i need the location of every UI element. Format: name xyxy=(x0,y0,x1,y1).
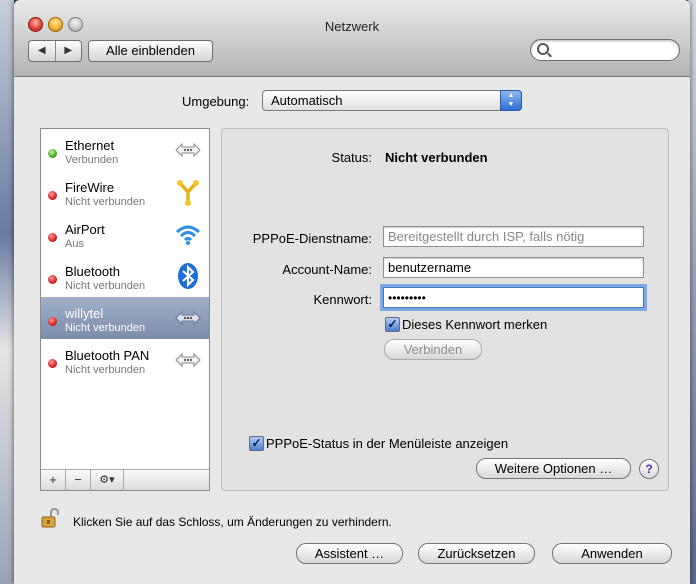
service-status: Verbunden xyxy=(65,154,119,166)
service-item-bluetooth-pan[interactable]: Bluetooth PAN Nicht verbunden xyxy=(41,339,209,381)
pppoe-service-name-label: PPPoE-Dienstname: xyxy=(252,231,372,246)
status-dot-red xyxy=(48,191,57,200)
connect-button[interactable]: Verbinden xyxy=(384,339,482,360)
show-pppoe-status-label: PPPoE-Status in der Menüleiste anzeigen xyxy=(266,436,509,451)
window-title: Netzwerk xyxy=(324,19,380,34)
lock-hint-text: Klicken Sie auf das Schloss, um Änderung… xyxy=(73,515,392,529)
service-status: Nicht verbunden xyxy=(65,322,146,334)
service-name: FireWire xyxy=(65,180,115,195)
service-status: Aus xyxy=(65,238,84,250)
service-item-willytel[interactable]: willytel Nicht verbunden xyxy=(41,297,209,339)
service-name: Bluetooth xyxy=(65,264,120,279)
pppoe-service-name-placeholder: Bereitgestellt durch ISP, falls nötig xyxy=(388,229,585,244)
service-item-airport[interactable]: AirPort Aus xyxy=(41,213,209,255)
network-preferences-window: Netzwerk ◀ ▶ Alle einblenden Umgebung: A… xyxy=(14,0,690,584)
select-arrows-icon: ▲ ▼ xyxy=(500,90,522,111)
service-name: AirPort xyxy=(65,222,105,237)
service-item-firewire[interactable]: FireWire Nicht verbunden xyxy=(41,171,209,213)
account-name-field[interactable]: benutzername xyxy=(383,257,644,278)
status-dot-red xyxy=(48,359,57,368)
service-status: Nicht verbunden xyxy=(65,280,146,292)
search-icon xyxy=(537,43,549,55)
show-all-button[interactable]: Alle einblenden xyxy=(88,40,213,62)
gear-menu-button[interactable]: ⚙▾ xyxy=(91,470,124,490)
status-dot-red xyxy=(48,317,57,326)
service-name: Bluetooth PAN xyxy=(65,348,150,363)
add-service-button[interactable]: + xyxy=(41,470,66,490)
service-status: Nicht verbunden xyxy=(65,364,146,376)
service-name: willytel xyxy=(65,306,104,321)
help-button[interactable]: ? xyxy=(639,459,659,479)
remember-password-label: Dieses Kennwort merken xyxy=(402,317,548,332)
password-label: Kennwort: xyxy=(313,292,372,307)
service-list: Ethernet Verbunden FireWire Nicht verbun… xyxy=(40,128,210,491)
remove-service-button[interactable]: − xyxy=(66,470,91,490)
back-button[interactable]: ◀ xyxy=(29,41,56,61)
account-name-value: benutzername xyxy=(388,260,472,275)
airport-wifi-icon xyxy=(175,225,201,245)
apply-button[interactable]: Anwenden xyxy=(552,543,672,564)
firewire-icon xyxy=(177,180,199,206)
advanced-options-button[interactable]: Weitere Optionen … xyxy=(476,458,631,479)
service-detail-panel: Status: Nicht verbunden PPPoE-Dienstname… xyxy=(221,128,669,491)
lock-open-icon[interactable] xyxy=(41,508,59,528)
ethernet-arrows-icon xyxy=(175,142,201,158)
status-dot-red xyxy=(48,233,57,242)
title-bar: Netzwerk ◀ ▶ Alle einblenden xyxy=(14,0,690,77)
bluetooth-icon xyxy=(178,263,198,289)
password-field[interactable]: ••••••••• xyxy=(383,287,644,308)
status-label: Status: xyxy=(331,150,372,165)
back-forward-group: ◀ ▶ xyxy=(28,40,82,62)
status-dot-green xyxy=(48,149,57,158)
service-name: Ethernet xyxy=(65,138,115,153)
bluetooth-pan-arrows-icon xyxy=(175,352,201,368)
assistant-button[interactable]: Assistent … xyxy=(296,543,403,564)
forward-button[interactable]: ▶ xyxy=(56,41,82,61)
service-status: Nicht verbunden xyxy=(65,196,146,208)
status-value: Nicht verbunden xyxy=(385,150,488,165)
revert-button[interactable]: Zurücksetzen xyxy=(418,543,535,564)
service-list-toolbar: + − ⚙▾ xyxy=(41,469,209,490)
pppoe-service-name-field[interactable]: Bereitgestellt durch ISP, falls nötig xyxy=(383,226,644,247)
account-name-label: Account-Name: xyxy=(282,262,372,277)
location-label: Umgebung: xyxy=(182,94,250,109)
desktop-background-left xyxy=(0,0,14,584)
location-select[interactable]: Automatisch ▲ ▼ xyxy=(262,90,522,111)
location-value: Automatisch xyxy=(271,93,343,108)
remember-password-checkbox[interactable]: ✓ xyxy=(385,317,400,332)
pppoe-arrows-icon xyxy=(175,310,201,326)
service-item-ethernet[interactable]: Ethernet Verbunden xyxy=(41,129,209,171)
show-pppoe-status-checkbox[interactable]: ✓ xyxy=(249,436,264,451)
password-value: ••••••••• xyxy=(388,291,426,305)
status-dot-red xyxy=(48,275,57,284)
service-item-bluetooth[interactable]: Bluetooth Nicht verbunden xyxy=(41,255,209,297)
search-field[interactable] xyxy=(530,39,680,61)
